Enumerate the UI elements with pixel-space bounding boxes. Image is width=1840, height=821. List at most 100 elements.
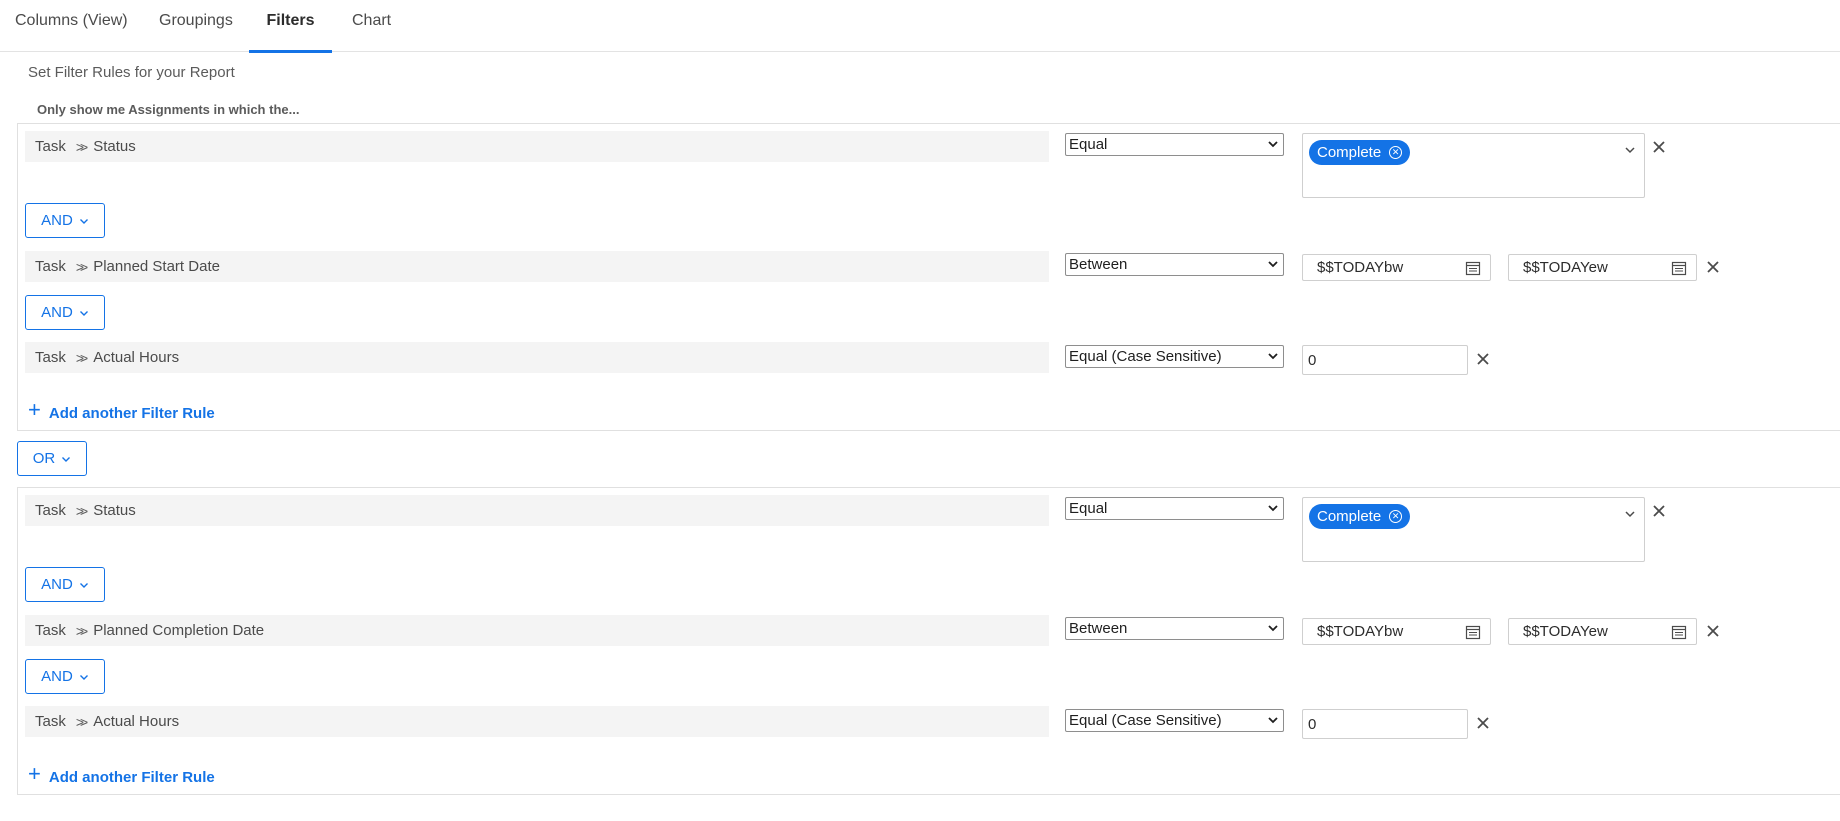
value-text: 0 xyxy=(1308,715,1317,733)
chevron-down-icon[interactable] xyxy=(1624,508,1636,520)
plus-icon: + xyxy=(28,397,41,422)
tab-columns-view[interactable]: Columns (View) xyxy=(15,0,128,52)
chevron-down-icon xyxy=(1268,625,1278,632)
field-name-label: Planned Completion Date xyxy=(93,622,265,639)
filter-rule-field[interactable]: Task >> Planned Start Date xyxy=(25,251,1049,282)
double-chevron-right-icon: >> xyxy=(75,713,89,730)
value-input[interactable]: 0 xyxy=(1302,345,1468,375)
operator-value: Equal xyxy=(1069,136,1108,153)
rule-connector-button[interactable]: AND xyxy=(25,295,105,330)
chevron-down-icon xyxy=(1268,717,1278,724)
field-name-label: Actual Hours xyxy=(93,713,180,730)
double-chevron-right-icon: >> xyxy=(75,138,89,155)
date-to-input[interactable]: $$TODAYew xyxy=(1508,618,1697,645)
connector-label: AND xyxy=(41,304,73,321)
add-filter-rule-label: Add another Filter Rule xyxy=(48,404,215,422)
remove-rule-icon[interactable] xyxy=(1706,260,1720,274)
operator-select[interactable]: Equal xyxy=(1065,133,1284,156)
operator-select[interactable]: Equal (Case Sensitive) xyxy=(1065,345,1284,368)
calendar-icon[interactable] xyxy=(1671,260,1687,276)
date-to-input[interactable]: $$TODAYew xyxy=(1508,254,1697,281)
field-name-label: Actual Hours xyxy=(93,349,180,366)
operator-value: Between xyxy=(1069,620,1128,637)
date-from-value: $$TODAYbw xyxy=(1317,623,1404,640)
rule-connector-button[interactable]: AND xyxy=(25,659,105,694)
field-object-label: Task xyxy=(35,349,66,366)
operator-select[interactable]: Equal xyxy=(1065,497,1284,520)
field-object-label: Task xyxy=(35,622,66,639)
double-chevron-right-icon: >> xyxy=(75,502,89,519)
date-from-input[interactable]: $$TODAYbw xyxy=(1302,254,1491,281)
value-multiselect[interactable]: Complete ✕ xyxy=(1302,133,1645,198)
filter-rule-field[interactable]: Task >> Status xyxy=(25,131,1049,162)
field-object-label: Task xyxy=(35,502,66,519)
value-multiselect[interactable]: Complete ✕ xyxy=(1302,497,1645,562)
operator-value: Between xyxy=(1069,256,1128,273)
double-chevron-right-icon: >> xyxy=(75,622,89,639)
group-connector-button[interactable]: OR xyxy=(17,441,87,476)
field-object-label: Task xyxy=(35,258,66,275)
date-from-input[interactable]: $$TODAYbw xyxy=(1302,618,1491,645)
calendar-icon[interactable] xyxy=(1465,624,1481,640)
remove-rule-icon[interactable] xyxy=(1706,624,1720,638)
value-chip: Complete ✕ xyxy=(1309,504,1411,529)
chevron-down-icon xyxy=(62,456,71,462)
operator-select[interactable]: Between xyxy=(1065,617,1284,640)
chevron-down-icon xyxy=(1268,505,1278,512)
chevron-down-icon xyxy=(79,218,88,224)
page-heading: Set Filter Rules for your Report xyxy=(28,64,235,81)
tab-chart[interactable]: Chart xyxy=(352,0,391,52)
field-name-label: Planned Start Date xyxy=(93,258,220,275)
connector-label: OR xyxy=(32,450,56,467)
connector-label: AND xyxy=(41,576,73,593)
chevron-down-icon xyxy=(79,310,88,316)
filter-rule-field[interactable]: Task >> Actual Hours xyxy=(25,706,1049,737)
remove-rule-icon[interactable] xyxy=(1652,140,1666,154)
chevron-down-icon xyxy=(1268,141,1278,148)
chevron-down-icon xyxy=(1268,353,1278,360)
add-filter-rule-link[interactable]: + Add another Filter Rule xyxy=(28,397,215,423)
connector-label: AND xyxy=(41,212,73,229)
chevron-down-icon[interactable] xyxy=(1624,144,1636,156)
value-chip: Complete ✕ xyxy=(1309,140,1411,165)
date-to-value: $$TODAYew xyxy=(1523,259,1608,276)
plus-icon: + xyxy=(28,761,41,786)
calendar-icon[interactable] xyxy=(1465,260,1481,276)
operator-select[interactable]: Equal (Case Sensitive) xyxy=(1065,709,1284,732)
chevron-down-icon xyxy=(79,674,88,680)
rule-connector-button[interactable]: AND xyxy=(25,203,105,238)
date-from-value: $$TODAYbw xyxy=(1317,259,1404,276)
chevron-down-icon xyxy=(1268,261,1278,268)
field-name-label: Status xyxy=(93,502,136,519)
chip-label: Complete xyxy=(1317,144,1382,161)
tab-filters[interactable]: Filters xyxy=(249,0,332,53)
calendar-icon[interactable] xyxy=(1671,624,1687,640)
tab-groupings[interactable]: Groupings xyxy=(159,0,233,52)
field-object-label: Task xyxy=(35,713,66,730)
value-text: 0 xyxy=(1308,351,1317,369)
operator-value: Equal (Case Sensitive) xyxy=(1069,712,1222,729)
field-object-label: Task xyxy=(35,138,66,155)
filter-intro-text: Only show me Assignments in which the... xyxy=(37,102,300,117)
remove-rule-icon[interactable] xyxy=(1476,716,1490,730)
operator-value: Equal xyxy=(1069,500,1108,517)
double-chevron-right-icon: >> xyxy=(75,258,89,275)
connector-label: AND xyxy=(41,668,73,685)
remove-rule-icon[interactable] xyxy=(1476,352,1490,366)
add-filter-rule-link[interactable]: + Add another Filter Rule xyxy=(28,761,215,787)
report-tabs: Columns (View) Groupings Filters Chart xyxy=(0,0,1840,53)
remove-chip-icon[interactable]: ✕ xyxy=(1389,146,1403,159)
filter-rule-field[interactable]: Task >> Actual Hours xyxy=(25,342,1049,373)
filter-rule-field[interactable]: Task >> Status xyxy=(25,495,1049,526)
rule-connector-button[interactable]: AND xyxy=(25,567,105,602)
add-filter-rule-label: Add another Filter Rule xyxy=(48,768,215,786)
operator-select[interactable]: Between xyxy=(1065,253,1284,276)
filter-rule-field[interactable]: Task >> Planned Completion Date xyxy=(25,615,1049,646)
remove-chip-icon[interactable]: ✕ xyxy=(1389,510,1403,523)
chip-label: Complete xyxy=(1317,508,1382,525)
remove-rule-icon[interactable] xyxy=(1652,504,1666,518)
field-name-label: Status xyxy=(93,138,136,155)
operator-value: Equal (Case Sensitive) xyxy=(1069,348,1222,365)
double-chevron-right-icon: >> xyxy=(75,349,89,366)
value-input[interactable]: 0 xyxy=(1302,709,1468,739)
